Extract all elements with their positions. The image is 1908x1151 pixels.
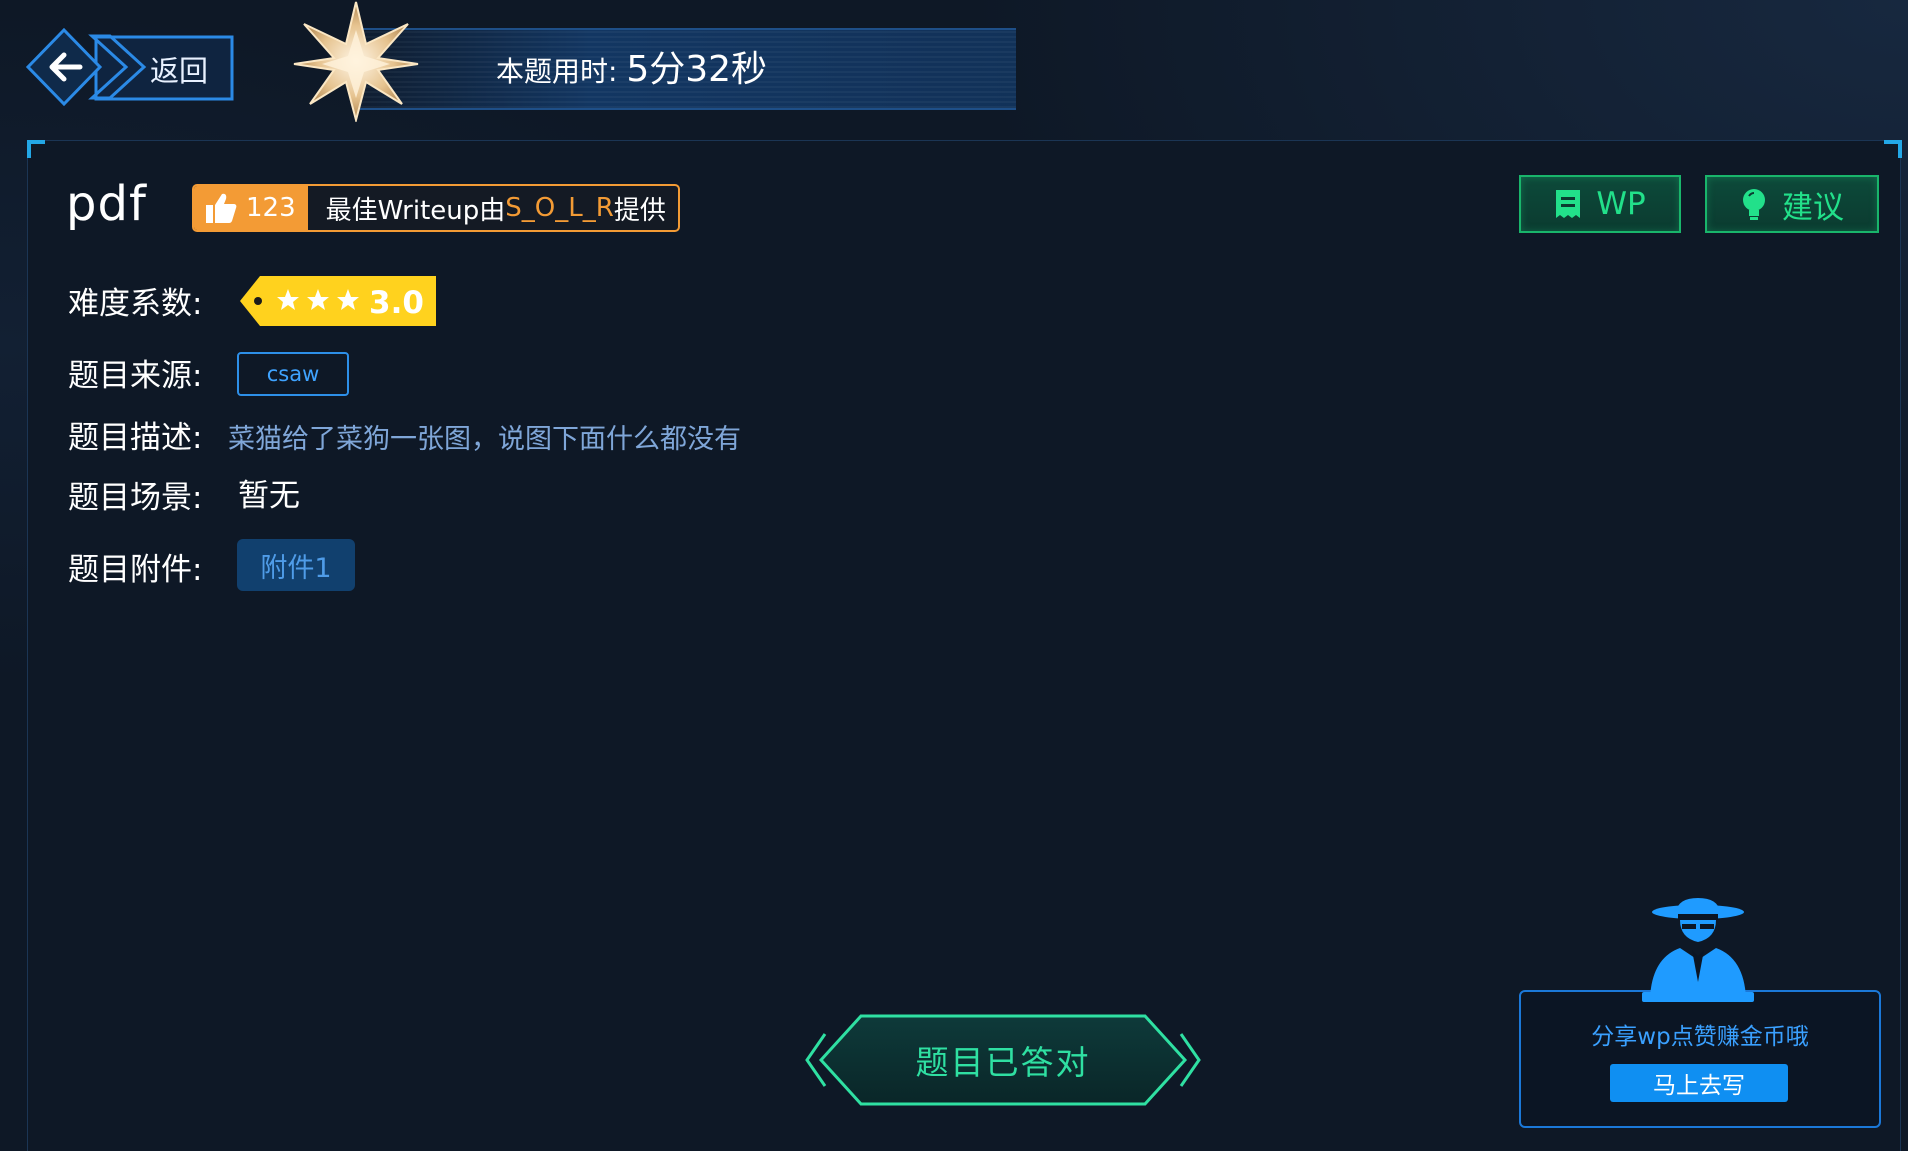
suggest-button[interactable]: 建议	[1705, 175, 1879, 233]
wp-label: WP	[1596, 186, 1646, 222]
promo-text: 分享wp点赞赚金币哦	[1591, 1024, 1809, 1050]
difficulty-tag: 3.0	[238, 274, 438, 328]
source-tag[interactable]: csaw	[237, 352, 349, 396]
back-label[interactable]: 返回	[150, 48, 208, 90]
best-writeup-badge[interactable]: 123 最佳Writeup由 S_O_L_R 提供	[192, 184, 680, 232]
panel-corner	[27, 140, 45, 158]
writeup-author[interactable]: S_O_L_R	[505, 193, 614, 223]
star-badge-icon	[292, 0, 420, 124]
attachment-button[interactable]: 附件1	[237, 539, 355, 591]
timer-text: 本题用时: 5分32秒	[496, 40, 767, 92]
panel-corner	[1884, 140, 1902, 158]
description-text: 菜猫给了菜狗一张图，说图下面什么都没有	[228, 424, 741, 455]
writeup-prefix: 最佳Writeup由	[325, 195, 506, 226]
thumbs-up-icon	[206, 193, 237, 223]
wp-button[interactable]: WP	[1519, 175, 1681, 233]
scene-label: 题目场景:	[68, 480, 203, 516]
challenge-title: pdf	[66, 176, 147, 232]
lightbulb-icon	[1743, 189, 1765, 220]
write-now-button[interactable]: 马上去写	[1610, 1064, 1788, 1102]
like-count: 123	[246, 193, 296, 223]
difficulty-label: 难度系数:	[68, 286, 203, 322]
description-label: 题目描述:	[68, 420, 203, 456]
timer-label: 本题用时:	[496, 55, 627, 88]
document-icon	[1556, 190, 1581, 218]
best-writeup-text: 最佳Writeup由 S_O_L_R 提供	[308, 186, 678, 230]
attachments-label: 题目附件:	[68, 552, 203, 588]
difficulty-value: 3.0	[369, 285, 424, 321]
promo-box	[1519, 990, 1881, 1128]
scene-value: 暂无	[238, 478, 300, 514]
hacker-avatar-icon	[1636, 898, 1760, 1002]
writeup-suffix: 提供	[613, 195, 666, 226]
suggest-label: 建议	[1782, 189, 1844, 226]
like-counter[interactable]: 123	[194, 186, 308, 230]
answered-status-button[interactable]	[803, 1014, 1203, 1106]
timer-value: 5分32秒	[626, 49, 768, 90]
source-label: 题目来源:	[68, 358, 203, 394]
